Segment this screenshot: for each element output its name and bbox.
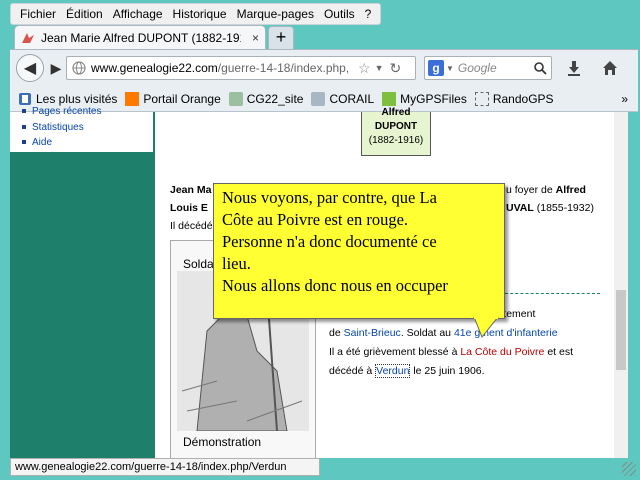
- blank-page-icon: [474, 92, 489, 106]
- orange-logo-icon: [125, 92, 140, 106]
- globe-icon: [72, 61, 86, 75]
- reload-icon[interactable]: ↻: [389, 60, 401, 77]
- dropdown-arrow-icon[interactable]: ▼: [375, 63, 384, 73]
- infobox-firstname: Alfred: [381, 107, 411, 118]
- menu-help[interactable]: ?: [360, 7, 377, 21]
- article-text-left: Jean Ma Louis E Il décédé: [170, 184, 213, 232]
- bookmark-cg22-site[interactable]: CG22_site: [228, 92, 303, 106]
- search-placeholder: Google: [457, 61, 497, 75]
- callout-pointer: [473, 317, 499, 338]
- menu-affichage[interactable]: Affichage: [108, 7, 168, 21]
- sidebar-item-aide[interactable]: Aide: [22, 137, 52, 148]
- link-saint-brieuc[interactable]: Saint-Brieuc: [344, 327, 401, 339]
- link-la-cote-du-poivre[interactable]: La Côte du Poivre: [460, 346, 544, 358]
- forward-button[interactable]: ▶: [46, 59, 66, 79]
- link-41e[interactable]: 41e: [454, 327, 472, 339]
- url-bar[interactable]: www.genealogie22.com/guerre-14-18/index.…: [66, 56, 416, 80]
- bookmark-corail[interactable]: CORAIL: [311, 92, 374, 106]
- google-icon[interactable]: g: [428, 60, 444, 76]
- crest-icon: [311, 92, 326, 106]
- download-icon[interactable]: [566, 60, 582, 76]
- wiki-sidebar: [10, 112, 155, 458]
- bookmark-star-icon[interactable]: ☆: [358, 60, 371, 77]
- dropdown-arrow-icon[interactable]: ▼: [446, 64, 454, 73]
- chevron-right-icon[interactable]: »: [621, 92, 628, 106]
- tab-title: Jean Marie Alfred DUPONT (1882-1916) -..…: [41, 30, 241, 45]
- link-verdun[interactable]: Verdun: [375, 364, 411, 378]
- menu-marque-pages[interactable]: Marque-pages: [232, 7, 319, 21]
- search-bar[interactable]: g ▼ Google: [424, 56, 552, 80]
- menu-outils[interactable]: Outils: [319, 7, 360, 21]
- vertical-scrollbar[interactable]: [614, 112, 628, 458]
- search-icon[interactable]: [533, 61, 547, 75]
- scrollbar-thumb[interactable]: [616, 290, 626, 370]
- arrow-right-icon: ▶: [50, 60, 62, 76]
- bookmark-portail-orange[interactable]: Portail Orange: [125, 92, 221, 106]
- image-caption: Démonstration: [183, 435, 262, 449]
- url-text: www.genealogie22.com/guerre-14-18/index.…: [91, 61, 356, 75]
- bookmarks-toolbar: Les plus visités Portail Orange CG22_sit…: [10, 87, 638, 112]
- new-tab-button[interactable]: +: [268, 26, 294, 50]
- crest-icon: [228, 92, 243, 106]
- arrow-left-icon: ◀: [23, 60, 37, 77]
- site-favicon-icon: [22, 32, 34, 43]
- tab-close-button[interactable]: ×: [252, 31, 259, 45]
- article-text-right: u foyer de Alfred UVAL (1855-1932): [506, 184, 594, 214]
- menu-edition[interactable]: Édition: [61, 7, 108, 21]
- url-domain: www.genealogie22.com: [91, 61, 218, 75]
- infobox-dates: (1882-1916): [368, 135, 424, 146]
- tutorial-callout: Nous voyons, par contre, que La Côte au …: [213, 183, 505, 319]
- bookmark-les-plus-visites[interactable]: Les plus visités: [18, 92, 117, 106]
- resize-grip[interactable]: [622, 462, 636, 476]
- bookmark-randogps[interactable]: RandoGPS: [474, 92, 554, 106]
- menu-fichier[interactable]: Fichier: [15, 7, 61, 21]
- url-path: /guerre-14-18/index.php,: [217, 61, 350, 75]
- sidebar-menu: Pages récentes Statistiques Aide: [10, 106, 153, 152]
- infobox-lastname: DUPONT: [374, 121, 418, 132]
- menu-bar: Fichier Édition Affichage Historique Mar…: [10, 3, 382, 25]
- sidebar-item-pages-recentes[interactable]: Pages récentes: [22, 106, 102, 117]
- status-bar: www.genealogie22.com/guerre-14-18/index.…: [10, 458, 320, 476]
- back-button[interactable]: ◀: [16, 54, 44, 82]
- gps-icon: [382, 92, 397, 106]
- section-divider: [500, 293, 600, 294]
- home-icon[interactable]: [602, 60, 618, 76]
- image-top-label: Soldat: [183, 257, 218, 271]
- bookmark-folder-icon: [19, 93, 31, 105]
- browser-tab[interactable]: Jean Marie Alfred DUPONT (1882-1916) -..…: [14, 25, 266, 49]
- person-infobox: Alfred DUPONT (1882-1916): [361, 107, 431, 156]
- menu-historique[interactable]: Historique: [168, 7, 232, 21]
- bookmark-mygpsfiles[interactable]: MyGPSFiles: [382, 92, 467, 106]
- sidebar-item-statistiques[interactable]: Statistiques: [22, 122, 84, 133]
